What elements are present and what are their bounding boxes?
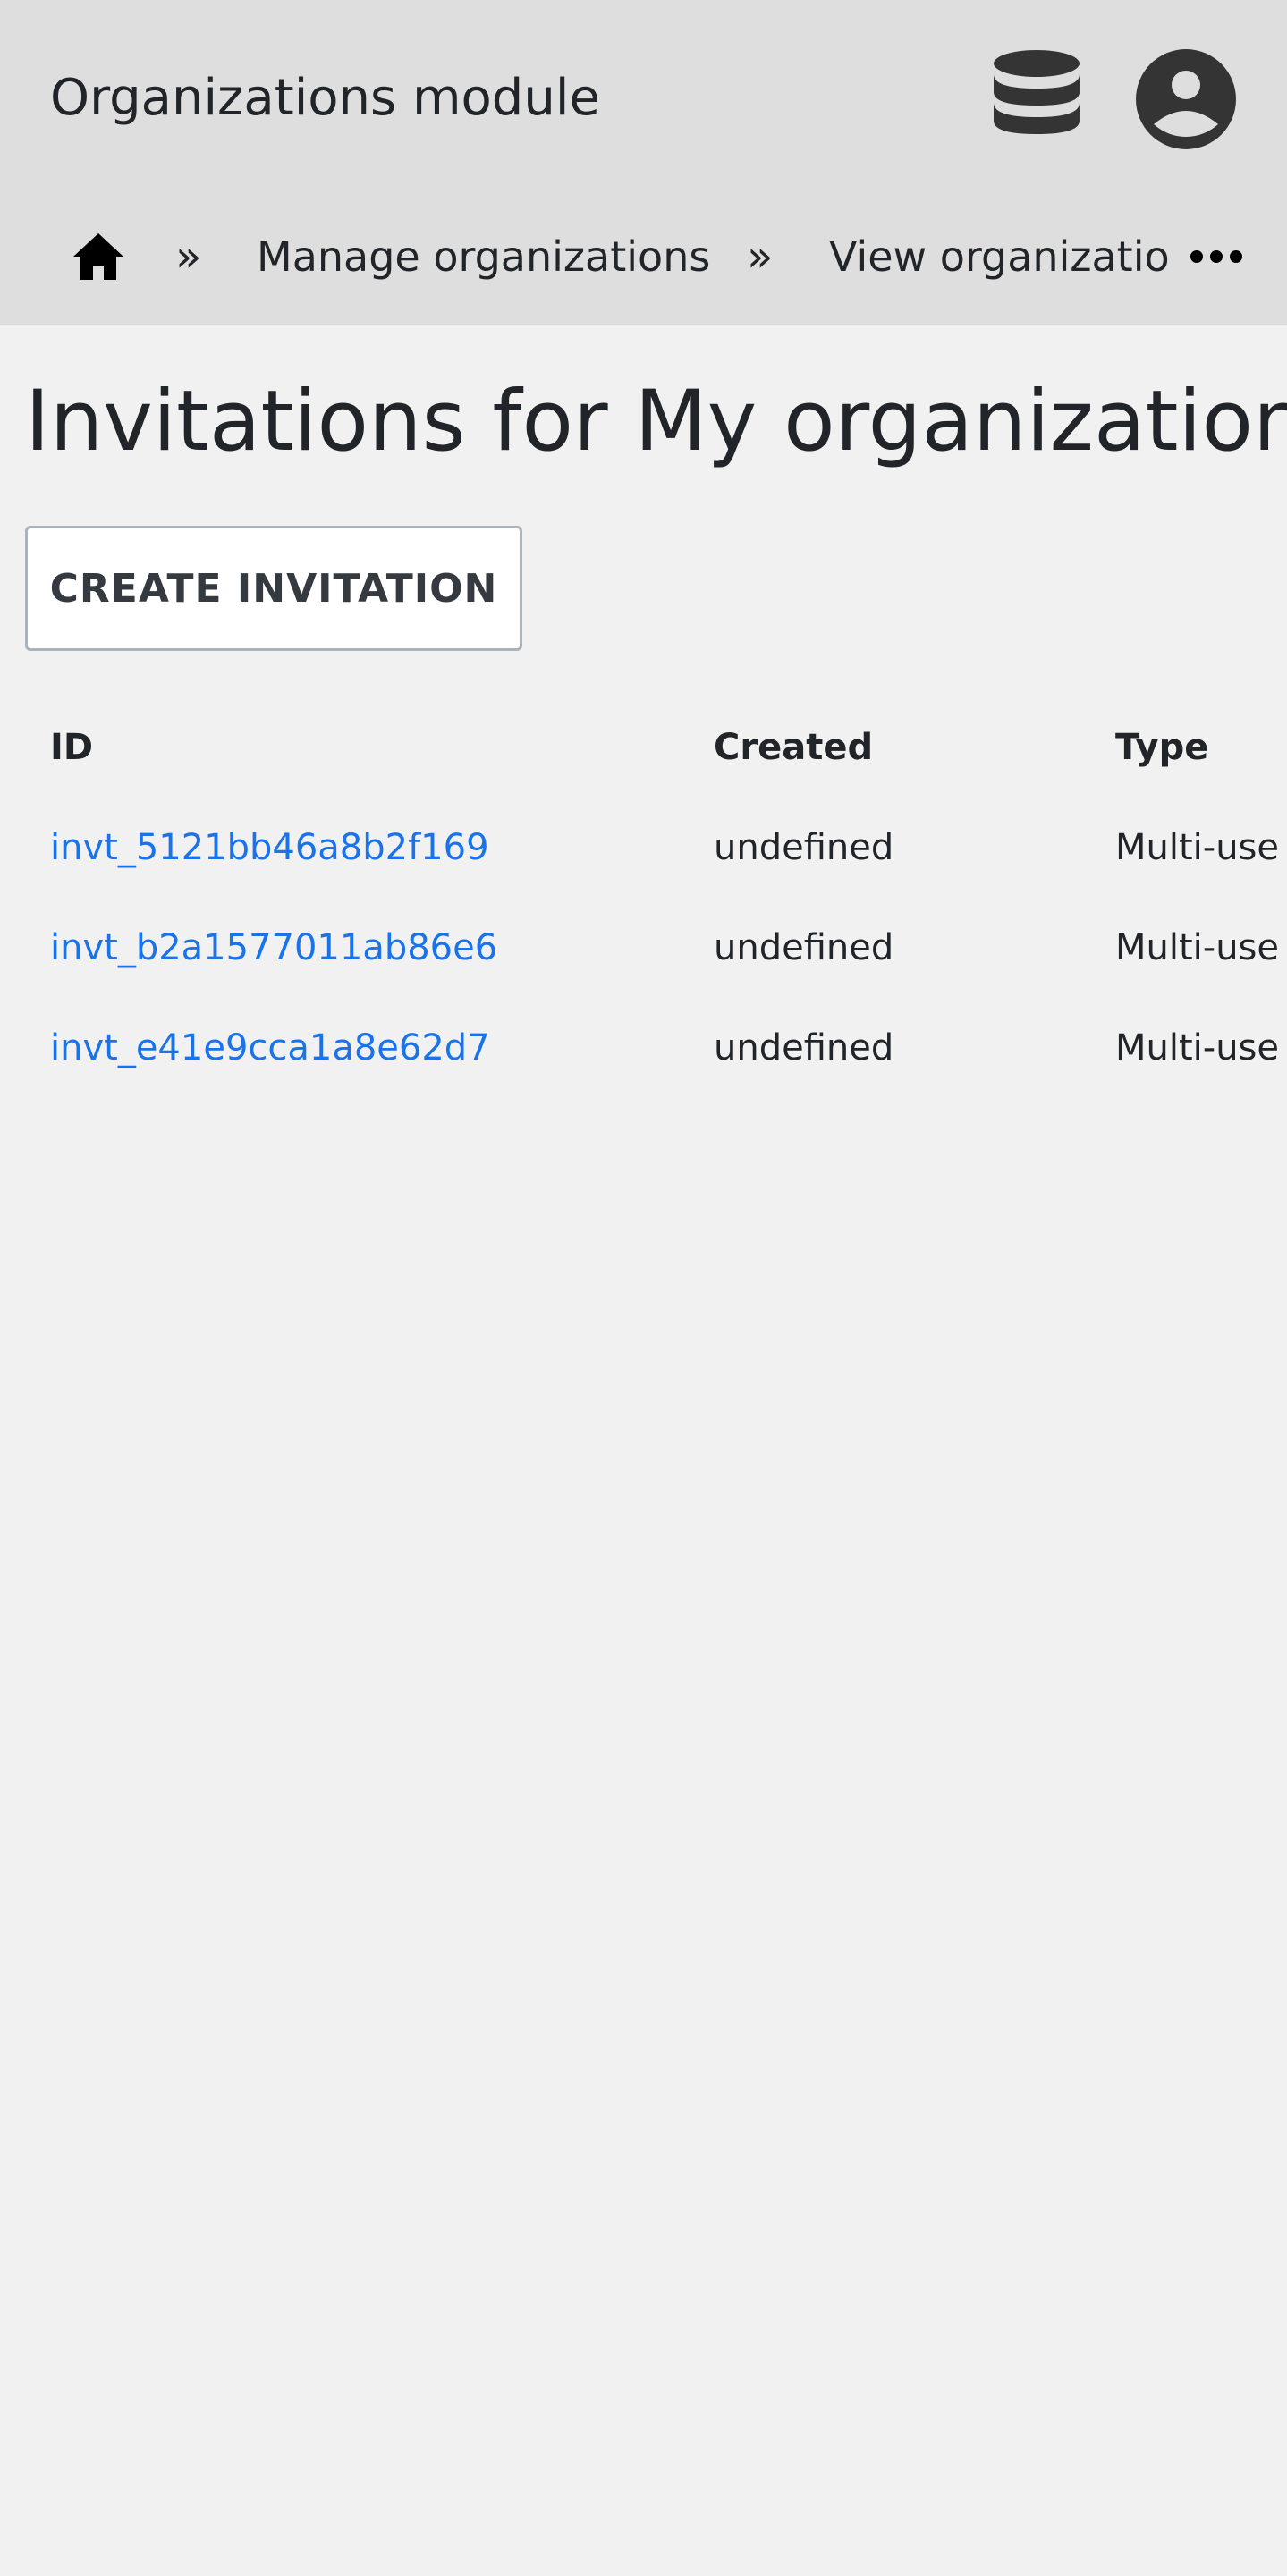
more-options-icon[interactable] — [1190, 207, 1243, 306]
account-button[interactable] — [1136, 49, 1236, 149]
breadcrumb-separator: » — [175, 232, 202, 282]
column-header-type: Type — [1115, 727, 1209, 768]
column-header-created: Created — [714, 727, 874, 768]
invitation-created: undefined — [714, 1027, 894, 1068]
invitation-type: Multi-use — [1115, 927, 1280, 968]
breadcrumb-home[interactable] — [72, 207, 125, 306]
invitation-created: undefined — [714, 927, 894, 968]
database-button[interactable] — [986, 49, 1087, 149]
account-circle-icon — [1136, 49, 1236, 149]
invitation-id-link[interactable]: invt_e41e9cca1a8e62d7 — [50, 1027, 490, 1068]
invitation-id-link[interactable]: invt_b2a1577011ab86e6 — [50, 927, 497, 968]
invitation-created: undefined — [714, 827, 894, 868]
column-header-id: ID — [50, 727, 94, 768]
database-icon — [994, 50, 1080, 134]
app-title: Organizations module — [50, 69, 600, 127]
app-header: Organizations module » Manage organizati… — [0, 0, 1287, 325]
invitation-type: Multi-use — [1115, 827, 1280, 868]
breadcrumb: » Manage organizations » View organizati… — [0, 207, 1287, 306]
breadcrumb-view-organization[interactable]: View organization — [829, 207, 1171, 306]
home-icon — [73, 233, 123, 280]
breadcrumb-separator: » — [747, 232, 774, 282]
breadcrumb-manage-organizations[interactable]: Manage organizations — [257, 207, 710, 306]
invitation-id-link[interactable]: invt_5121bb46a8b2f169 — [50, 827, 489, 868]
page-title: Invitations for My organization — [25, 373, 1287, 470]
create-invitation-button[interactable]: CREATE INVITATION — [25, 526, 522, 651]
more-dots-icon — [1190, 250, 1242, 263]
invitations-table: ID Created Type invt_5121bb46a8b2f169 un… — [0, 697, 1287, 1073]
invitation-type: Multi-use — [1115, 1027, 1280, 1068]
